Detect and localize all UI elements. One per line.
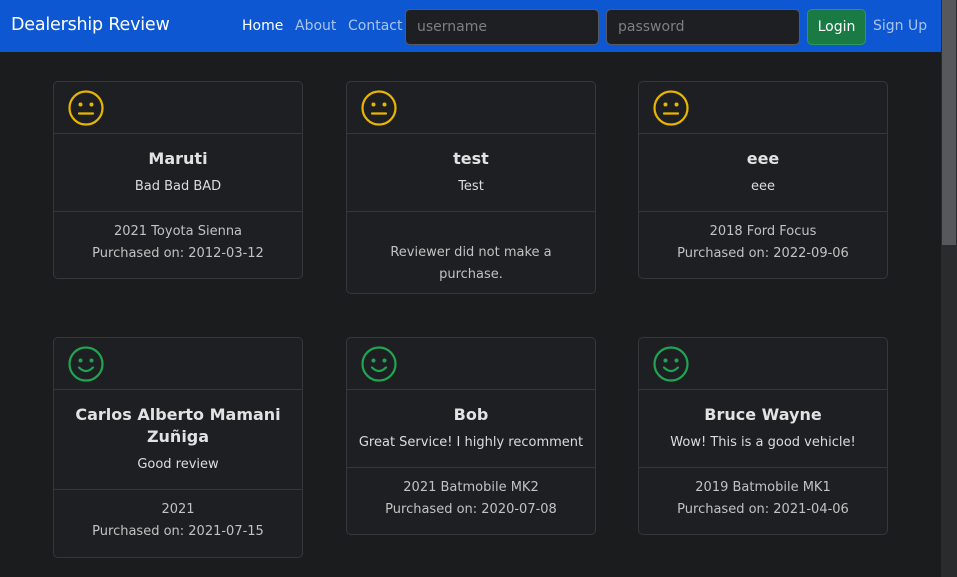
smiley-face-icon (68, 346, 104, 382)
reviewer-name: test (453, 149, 489, 168)
card-body: Carlos Alberto Mamani Zuñiga Good review (54, 390, 302, 490)
purchase-date: Purchased on: 2012-03-12 (92, 245, 264, 261)
review-card: Bob Great Service! I highly recomment 20… (346, 337, 596, 535)
reviewer-name: Carlos Alberto Mamani Zuñiga (75, 405, 281, 446)
car-info: 2021 (161, 502, 195, 517)
purchase-note: Reviewer did not make a purchase. (390, 245, 552, 282)
username-input[interactable] (405, 9, 599, 45)
card-header (639, 82, 887, 134)
brand-title[interactable]: Dealership Review (11, 15, 170, 35)
review-text: Test (458, 179, 484, 194)
car-info: 2018 Ford Focus (709, 224, 817, 239)
login-button[interactable]: Login (807, 9, 866, 45)
card-header (54, 338, 302, 390)
card-body: Bruce Wayne Wow! This is a good vehicle! (639, 390, 887, 468)
smiley-face-icon (361, 346, 397, 382)
nav-link-home[interactable]: Home (242, 18, 283, 34)
card-body: Maruti Bad Bad BAD (54, 134, 302, 212)
card-footer: 2021 Purchased on: 2021-07-15 (54, 490, 302, 552)
reviewer-name: Maruti (148, 149, 208, 168)
car-info: 2021 Toyota Sienna (113, 224, 243, 239)
review-card: eee eee 2018 Ford Focus Purchased on: 20… (638, 81, 888, 279)
card-header (54, 82, 302, 134)
scrollbar-thumb[interactable] (942, 0, 956, 245)
card-body: Bob Great Service! I highly recomment (347, 390, 595, 468)
reviewer-name: Bruce Wayne (704, 405, 822, 424)
review-card: Maruti Bad Bad BAD 2021 Toyota Sienna Pu… (53, 81, 303, 279)
review-text: Wow! This is a good vehicle! (670, 435, 856, 450)
neutral-face-icon (68, 90, 104, 126)
car-info: 2021 Batmobile MK2 (403, 480, 539, 495)
review-text: Good review (137, 457, 219, 472)
card-footer: 2019 Batmobile MK1 Purchased on: 2021-04… (639, 468, 887, 530)
review-text: Bad Bad BAD (134, 179, 222, 194)
review-card: test Test Reviewer did not make a purcha… (346, 81, 596, 294)
nav-link-contact[interactable]: Contact (348, 18, 402, 34)
reviewer-name: eee (746, 149, 780, 168)
purchase-date: Purchased on: 2021-07-15 (92, 523, 264, 539)
card-header (639, 338, 887, 390)
car-info: 2019 Batmobile MK1 (695, 480, 831, 495)
review-card: Bruce Wayne Wow! This is a good vehicle!… (638, 337, 888, 535)
card-header (347, 338, 595, 390)
purchase-date: Purchased on: 2022-09-06 (677, 245, 849, 261)
card-footer: 2021 Batmobile MK2 Purchased on: 2020-07… (347, 468, 595, 530)
neutral-face-icon (361, 90, 397, 126)
nav-link-about[interactable]: About (295, 18, 336, 34)
review-text: eee (751, 179, 775, 194)
password-input[interactable] (606, 9, 800, 45)
card-body: test Test (347, 134, 595, 212)
reviewer-name: Bob (453, 405, 489, 424)
review-card: Carlos Alberto Mamani Zuñiga Good review… (53, 337, 303, 558)
card-footer: Reviewer did not make a purchase. (347, 212, 595, 295)
purchase-date: Purchased on: 2020-07-08 (385, 501, 557, 517)
signup-link[interactable]: Sign Up (873, 18, 927, 34)
card-footer: 2018 Ford Focus Purchased on: 2022-09-06 (639, 212, 887, 274)
review-text: Great Service! I highly recomment (358, 435, 584, 450)
card-header (347, 82, 595, 134)
card-footer: 2021 Toyota Sienna Purchased on: 2012-03… (54, 212, 302, 274)
navbar: Dealership Review Home About Contact Log… (0, 0, 941, 52)
card-body: eee eee (639, 134, 887, 212)
purchase-date: Purchased on: 2021-04-06 (677, 501, 849, 517)
neutral-face-icon (653, 90, 689, 126)
smiley-face-icon (653, 346, 689, 382)
